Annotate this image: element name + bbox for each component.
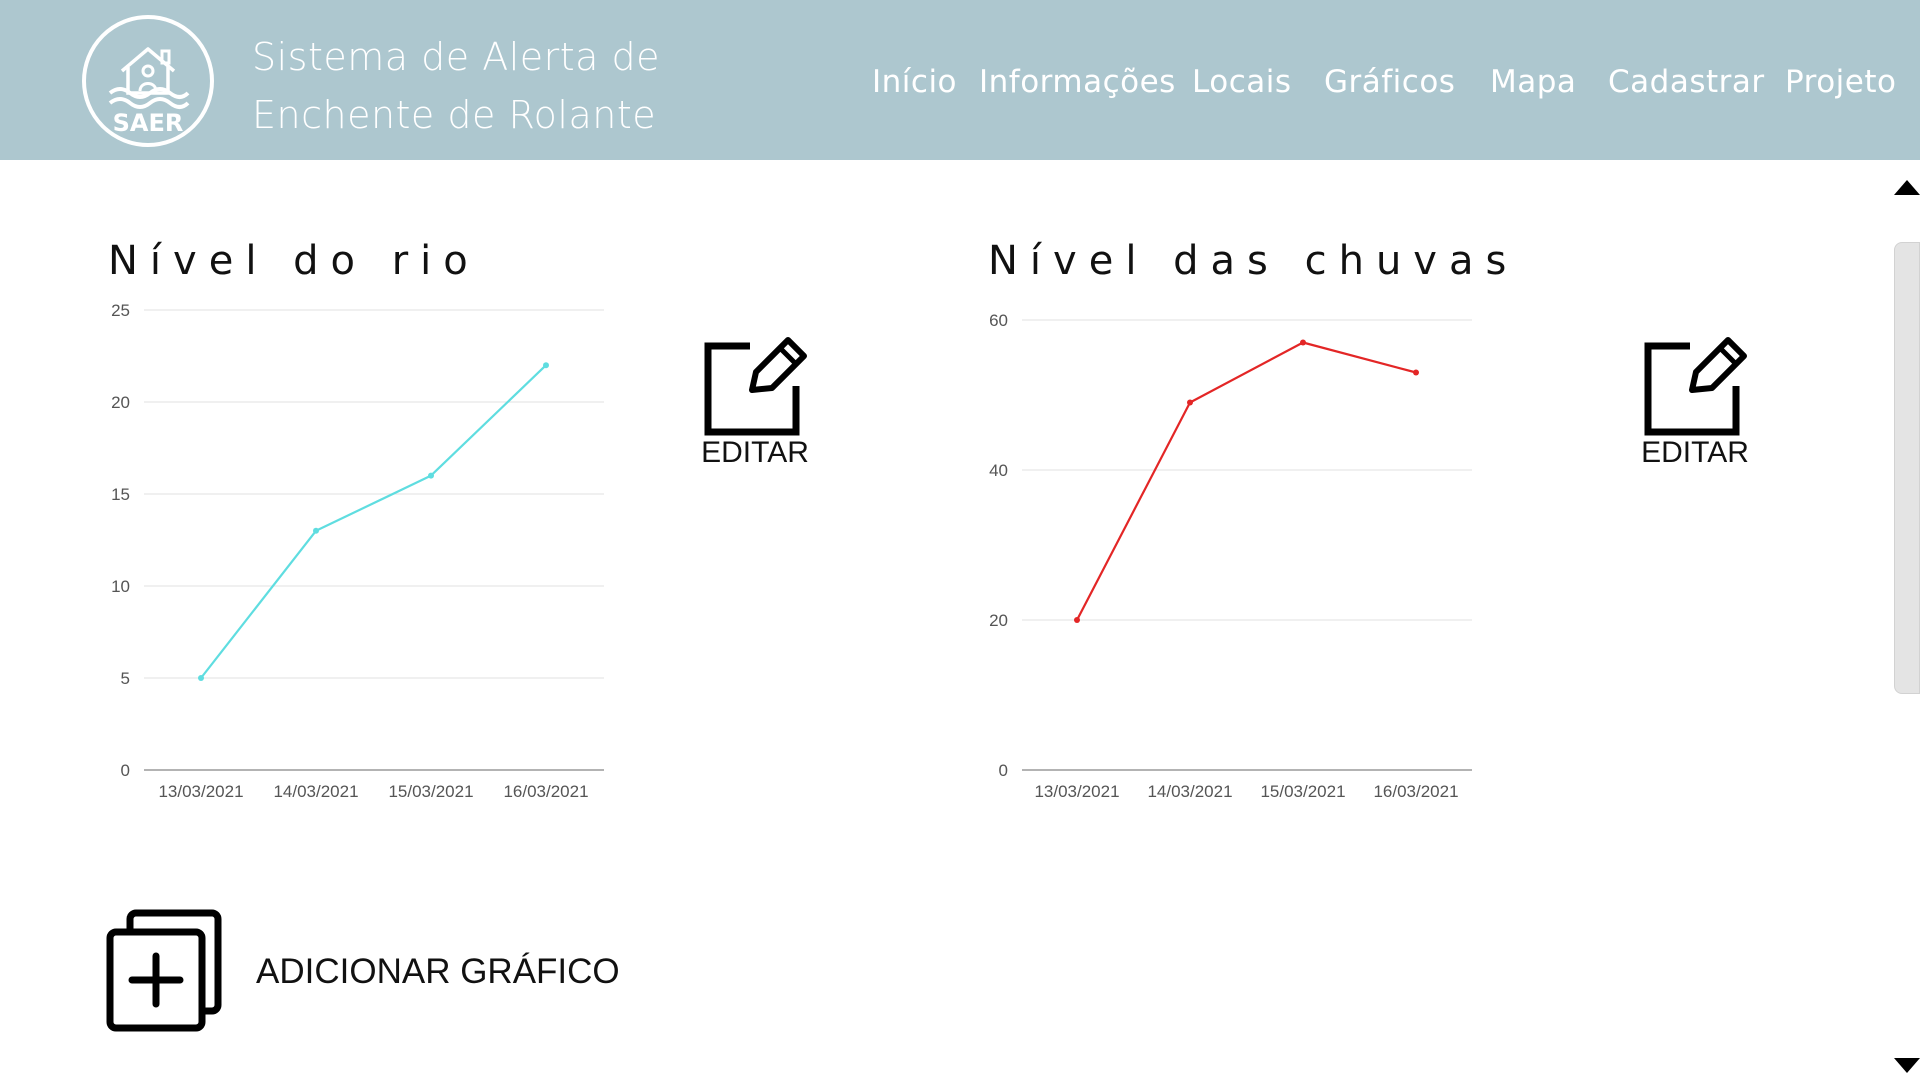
x-tick-label: 16/03/2021 <box>1373 782 1458 801</box>
chart-title-river: Nível do rio <box>108 238 480 284</box>
data-point[interactable] <box>1300 339 1306 346</box>
edit-rain-chart-button[interactable]: EDITAR <box>1640 336 1750 486</box>
x-tick-label: 15/03/2021 <box>1260 782 1345 801</box>
add-chart-button[interactable]: ADICIONAR GRÁFICO <box>106 908 626 1038</box>
edit-icon <box>704 337 807 436</box>
y-tick-label: 0 <box>121 761 130 780</box>
edit-icon <box>1644 337 1747 436</box>
y-tick-label: 0 <box>999 761 1008 780</box>
nav-item-cadastrar[interactable]: Cadastrar <box>1608 60 1765 104</box>
data-point[interactable] <box>198 675 204 681</box>
x-tick-label: 15/03/2021 <box>388 782 473 801</box>
nav-item-projeto[interactable]: Projeto <box>1785 60 1897 104</box>
y-tick-label: 5 <box>121 669 130 688</box>
data-point[interactable] <box>428 472 434 479</box>
series-line <box>1076 341 1417 621</box>
nav-item-informacoes[interactable]: Informações <box>979 60 1176 104</box>
edit-river-chart-button[interactable]: EDITAR <box>700 336 810 486</box>
rain-level-chart: 0 20 40 60 13/03/2021 14/03/2021 15/03/2021 16/… <box>989 311 1472 801</box>
x-tick-label: 14/03/2021 <box>273 782 358 801</box>
nav-item-locais[interactable]: Locais <box>1192 60 1292 104</box>
nav-item-inicio[interactable]: Início <box>872 60 957 104</box>
data-point[interactable] <box>543 362 549 369</box>
x-tick-label: 13/03/2021 <box>158 782 243 801</box>
y-tick-label: 10 <box>111 577 130 596</box>
scroll-up-icon[interactable] <box>1894 180 1920 195</box>
series-line <box>200 364 547 679</box>
edit-rain-label: EDITAR <box>1641 436 1749 469</box>
add-chart-label: ADICIONAR GRÁFICO <box>256 952 620 991</box>
x-tick-label: 16/03/2021 <box>503 782 588 801</box>
scroll-down-icon[interactable] <box>1894 1058 1920 1073</box>
x-tick-label: 13/03/2021 <box>1034 782 1119 801</box>
y-tick-label: 20 <box>111 393 130 412</box>
data-point[interactable] <box>313 527 319 534</box>
header-bar: SAER Sistema de Alerta de Enchente de Ro… <box>0 0 1920 160</box>
y-tick-label: 15 <box>111 485 130 504</box>
main-nav: Início Informações Locais Gráficos Mapa … <box>0 60 1920 104</box>
data-point[interactable] <box>1074 617 1080 623</box>
chart-title-rain: Nível das chuvas <box>988 238 1519 284</box>
data-point[interactable] <box>1187 399 1193 406</box>
y-tick-label: 60 <box>989 311 1008 330</box>
x-tick-label: 14/03/2021 <box>1147 782 1232 801</box>
nav-item-graficos[interactable]: Gráficos <box>1324 60 1455 104</box>
y-tick-label: 25 <box>111 301 130 320</box>
data-point[interactable] <box>1413 369 1419 376</box>
river-level-chart: 0 5 10 15 20 25 13/03/2021 14/03/2021 15/03/2021… <box>111 301 604 801</box>
add-copy-plus-icon <box>106 909 222 1032</box>
scrollbar-thumb[interactable] <box>1894 242 1920 694</box>
y-tick-label: 20 <box>989 611 1008 630</box>
nav-item-mapa[interactable]: Mapa <box>1490 60 1576 104</box>
logo-text: SAER <box>113 109 184 137</box>
edit-river-label: EDITAR <box>701 436 809 469</box>
y-tick-label: 40 <box>989 461 1008 480</box>
